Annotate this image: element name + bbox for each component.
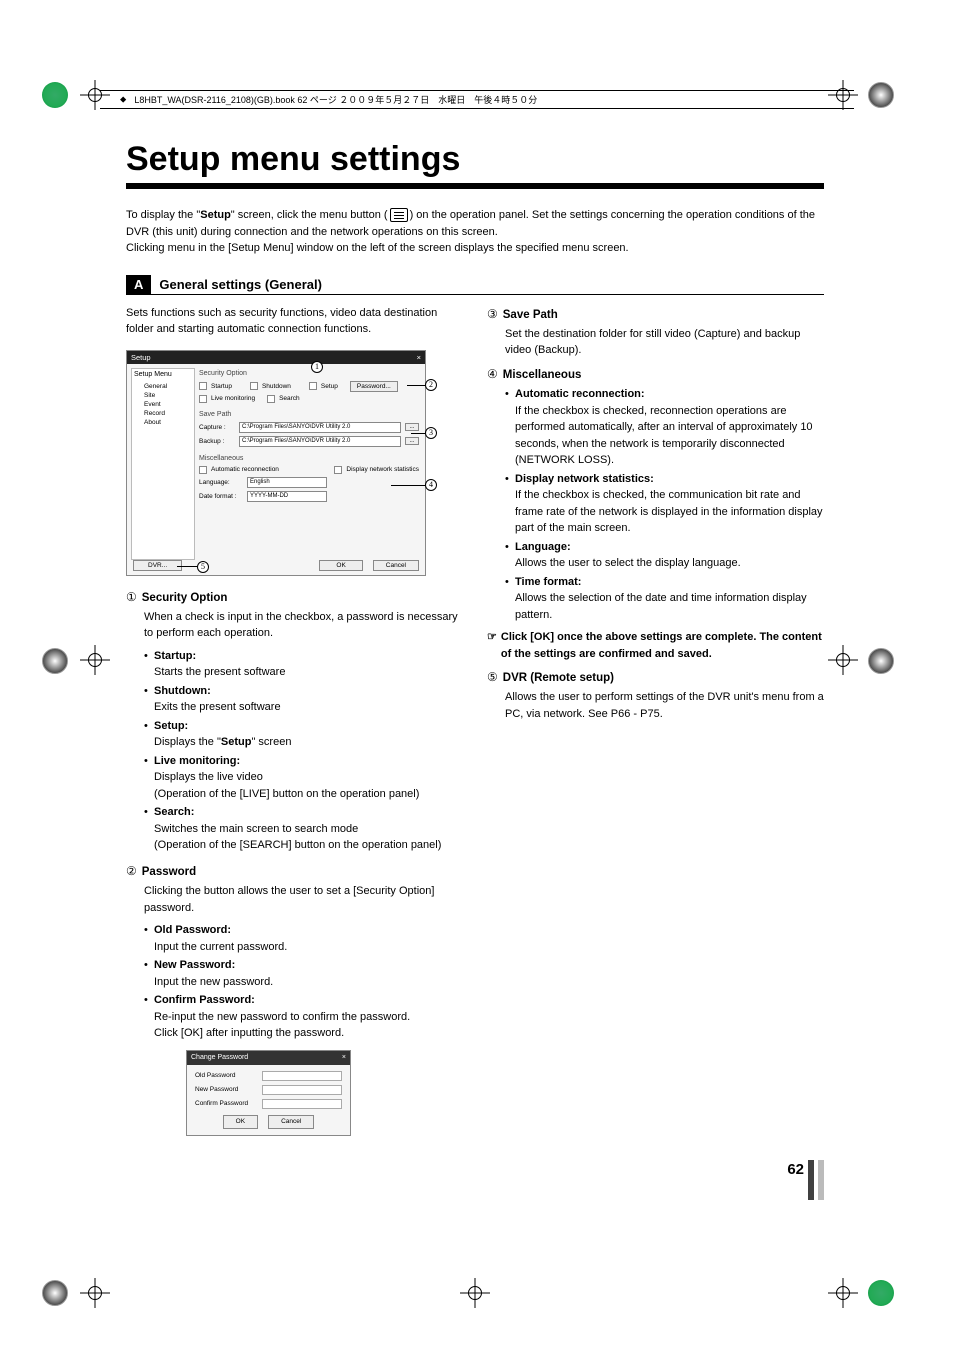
checkbox-icon: [199, 395, 207, 403]
item-5-body: Allows the user to perform settings of t…: [505, 689, 824, 722]
callout-1: 1: [311, 361, 323, 373]
old-password-field: [262, 1071, 342, 1081]
item-3-head: ③ Save Path: [487, 305, 824, 324]
intro-text: To display the "Setup" screen, click the…: [126, 207, 824, 257]
section-a-header: A General settings (General): [126, 275, 824, 295]
new-password-field: [262, 1085, 342, 1095]
browse-button: ...: [405, 437, 419, 445]
cancel-button: Cancel: [268, 1115, 314, 1129]
item-2-head: ② Password: [126, 862, 463, 881]
item-5-head: ⑤ DVR (Remote setup): [487, 668, 824, 687]
item-1-body: When a check is input in the checkbox, a…: [144, 609, 463, 642]
callout-5: 5: [197, 561, 209, 573]
title-underline: [126, 183, 824, 189]
close-icon: ×: [342, 1053, 346, 1064]
bullet-netstat: Display network statistics: If the check…: [505, 471, 824, 537]
bullet-language: Language: Allows the user to select the …: [505, 539, 824, 572]
bullet-startup: Startup: Starts the present software: [144, 648, 463, 681]
bullet-oldpw: Old Password: Input the current password…: [144, 922, 463, 955]
item-3-body: Set the destination folder for still vid…: [505, 326, 824, 359]
confirm-password-field: [262, 1099, 342, 1109]
checkbox-icon: [309, 382, 317, 390]
ss-title: Setup: [131, 353, 151, 362]
checkbox-icon: [334, 466, 342, 474]
setup-menu-tree: Setup Menu General Site Event Record Abo…: [131, 368, 195, 560]
bullet-search: Search: Switches the main screen to sear…: [144, 804, 463, 854]
bullet-newpw: New Password: Input the new password.: [144, 957, 463, 990]
checkbox-icon: [199, 466, 207, 474]
ok-button: OK: [223, 1115, 258, 1129]
page-title: Setup menu settings: [126, 140, 824, 179]
ok-button: OK: [319, 560, 362, 571]
dvr-button: DVR...: [133, 560, 182, 571]
callout-3: 3: [425, 427, 437, 439]
print-header: ⬥ L8HBT_WA(DSR-2116_2108)(GB).book 62 ペー…: [100, 90, 854, 109]
note-ok: ☞ Click [OK] once the above settings are…: [487, 629, 824, 662]
bullet-live: Live monitoring: Displays the live video…: [144, 753, 463, 803]
item-4-head: ④ Miscellaneous: [487, 365, 824, 384]
checkbox-icon: [199, 382, 207, 390]
section-a-sub: Sets functions such as security function…: [126, 305, 463, 338]
checkbox-icon: [250, 382, 258, 390]
cancel-button: Cancel: [373, 560, 419, 571]
change-password-dialog: Change Password × Old Password New Passw…: [186, 1050, 351, 1136]
bullet-shutdown: Shutdown: Exits the present software: [144, 683, 463, 716]
menu-icon: [390, 208, 408, 222]
callout-4: 4: [425, 479, 437, 491]
bullet-confpw: Confirm Password: Re-input the new passw…: [144, 992, 463, 1042]
bullet-autoreconn: Automatic reconnection: If the checkbox …: [505, 386, 824, 469]
password-button: Password...: [350, 381, 398, 392]
close-icon: ×: [417, 353, 421, 362]
browse-button: ...: [405, 423, 419, 431]
setup-screenshot: Setup × Setup Menu General Site Event Re…: [126, 350, 426, 576]
pointer-icon: ☞: [487, 629, 497, 662]
checkbox-icon: [267, 395, 275, 403]
callout-2: 2: [425, 379, 437, 391]
item-1-head: ① Security Option: [126, 588, 463, 607]
item-2-body: Clicking the button allows the user to s…: [144, 883, 463, 916]
bullet-setup: Setup: Displays the "Setup" screen: [144, 718, 463, 751]
page-number: 62: [126, 1160, 824, 1200]
bullet-timeformat: Time format: Allows the selection of the…: [505, 574, 824, 624]
